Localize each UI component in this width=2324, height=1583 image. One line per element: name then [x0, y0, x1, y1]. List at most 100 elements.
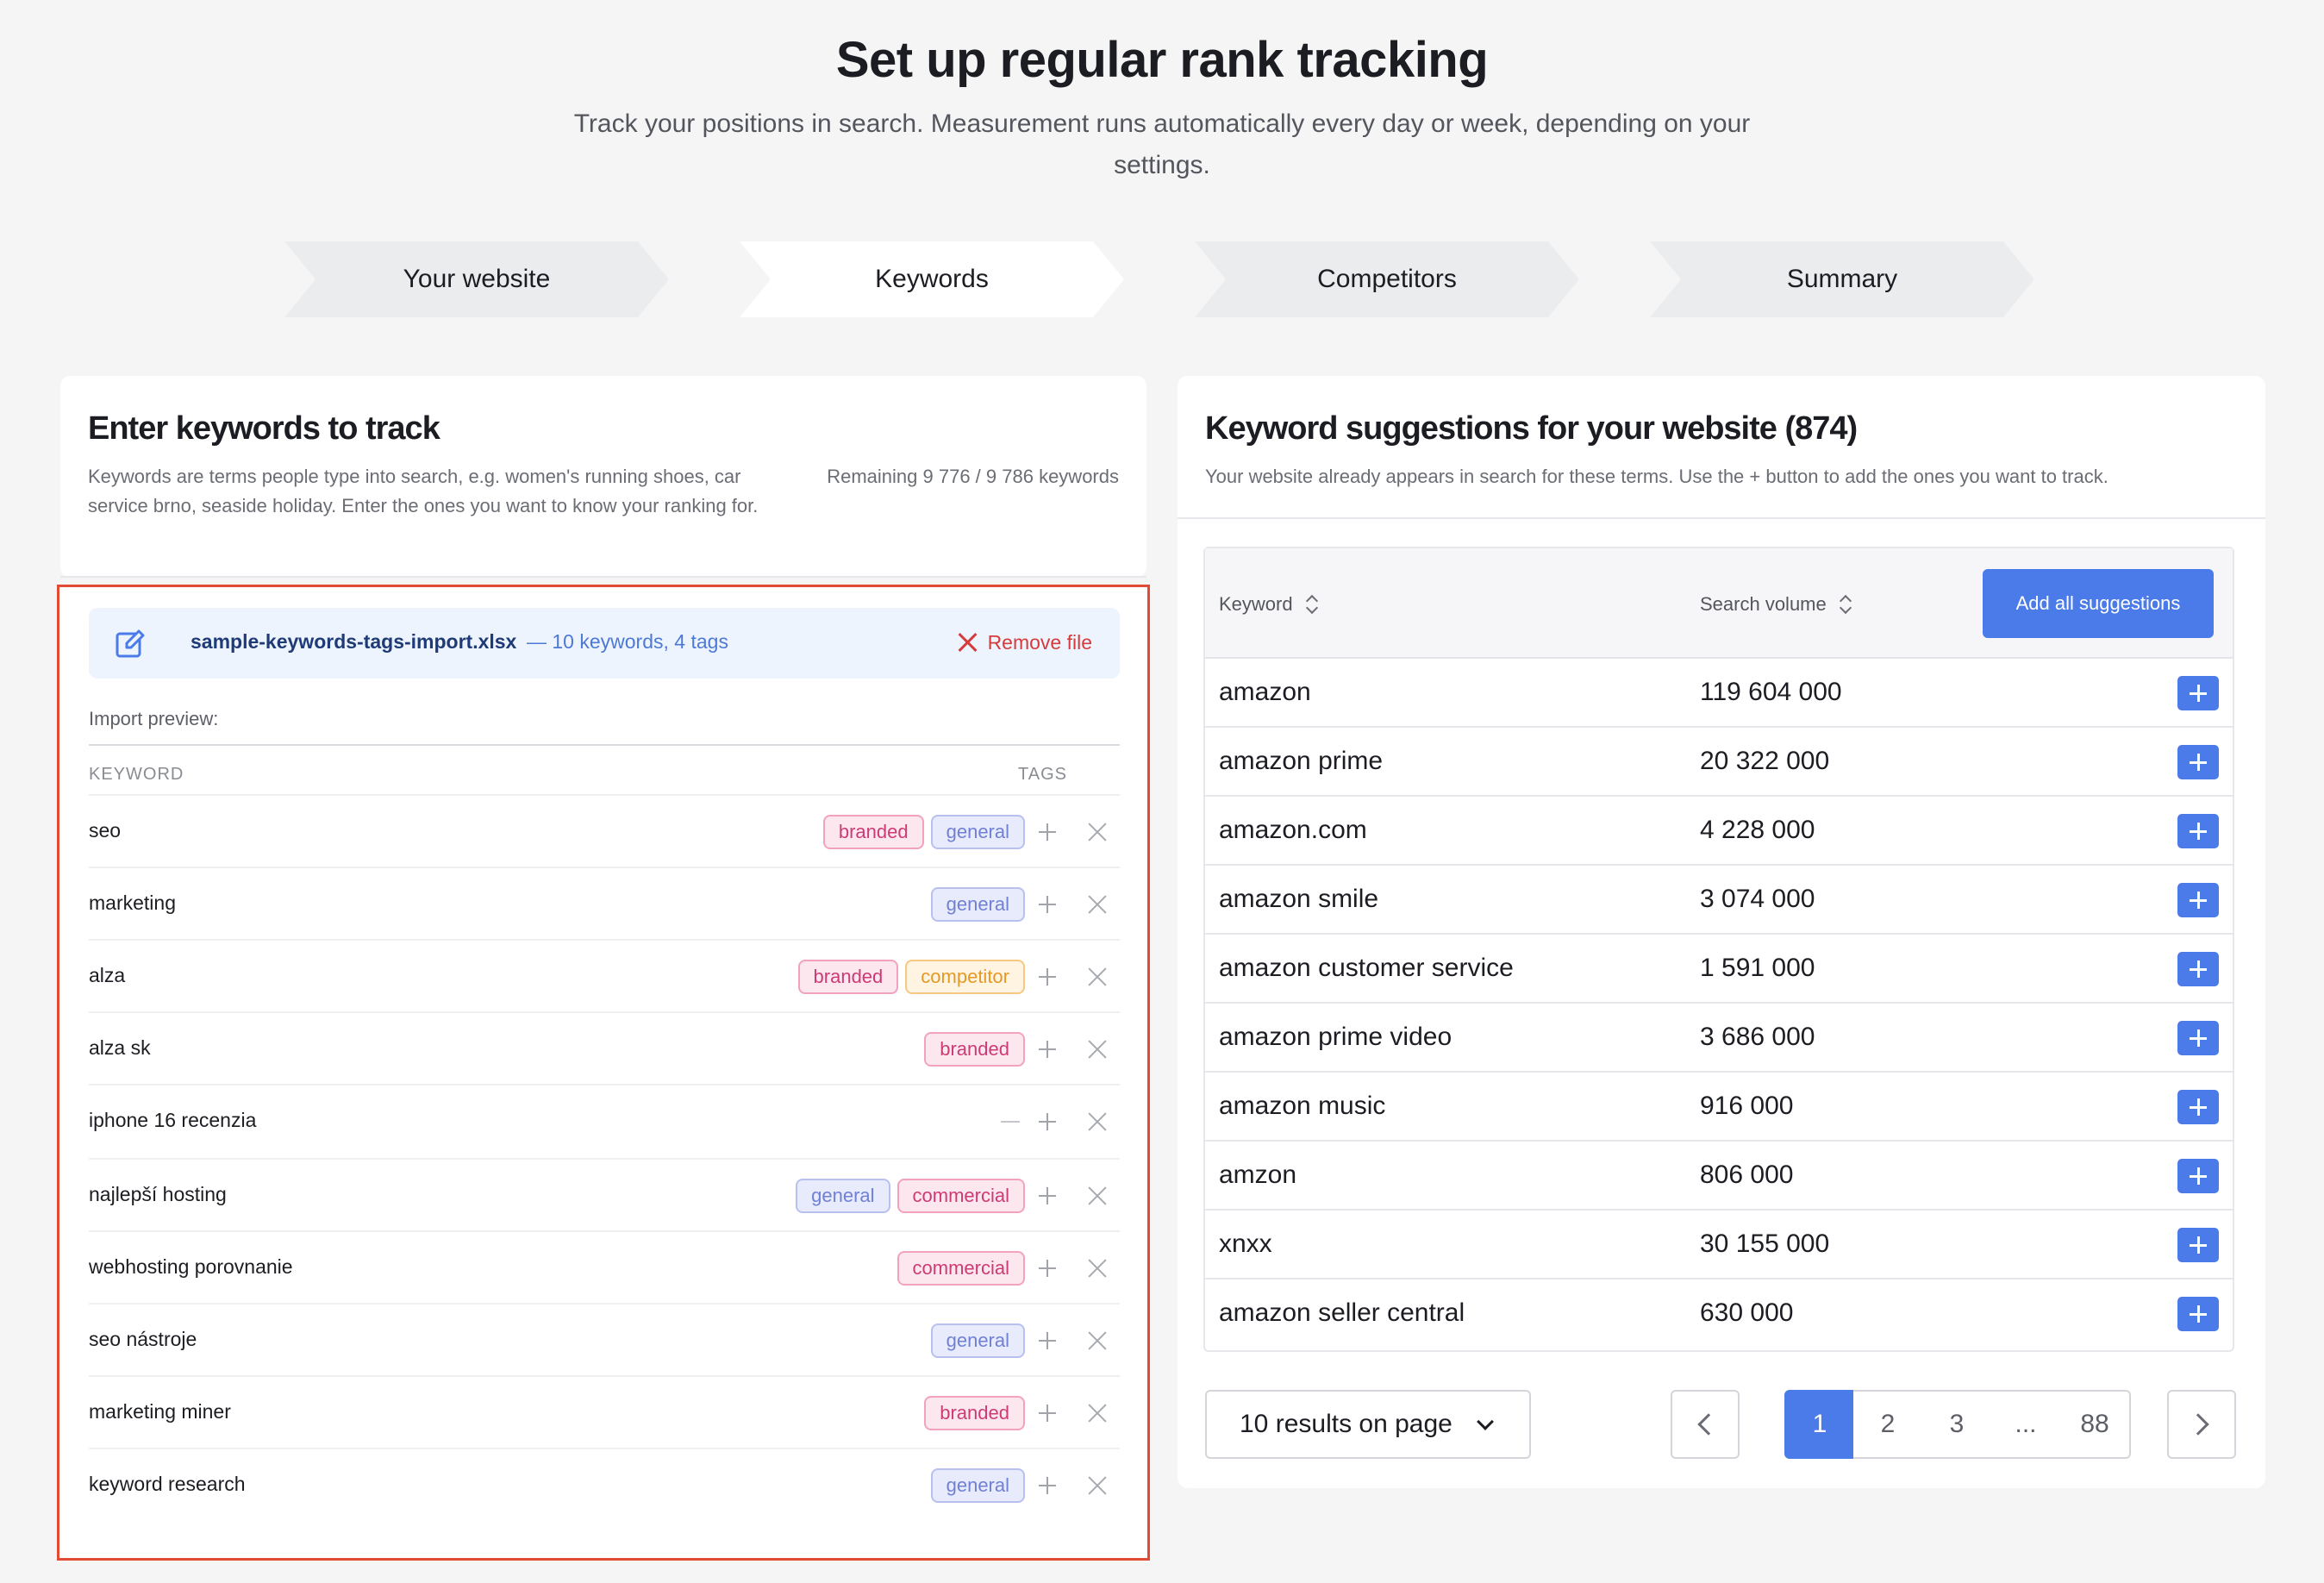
previous-page-button[interactable] [1671, 1390, 1740, 1459]
enter-keywords-card: Enter keywords to track Keywords are ter… [60, 376, 1146, 578]
add-tag-icon[interactable] [1032, 1325, 1063, 1356]
add-all-suggestions-button[interactable]: Add all suggestions [1983, 569, 2214, 638]
tag-general[interactable]: general [930, 887, 1025, 922]
tag-commercial[interactable]: commercial [896, 1179, 1025, 1213]
remove-keyword-icon[interactable] [1080, 1179, 1115, 1213]
page-button-2[interactable]: 2 [1853, 1390, 1924, 1459]
step-competitors[interactable]: Competitors [1195, 241, 1579, 317]
keyword-row: alza branded competitor [89, 939, 1120, 1011]
file-name: sample-keywords-tags-import.xlsx [191, 630, 517, 653]
suggestion-search-volume: 20 322 000 [1700, 747, 1830, 775]
remove-keyword-icon[interactable] [1080, 1251, 1115, 1286]
add-tag-icon[interactable] [1032, 817, 1063, 848]
add-suggestion-button[interactable] [2177, 745, 2219, 779]
tag-branded[interactable]: branded [797, 960, 899, 994]
tag-general[interactable]: general [796, 1179, 890, 1213]
remove-keyword-icon[interactable] [1080, 1468, 1115, 1503]
tag-branded[interactable]: branded [924, 1032, 1025, 1067]
add-suggestion-button[interactable] [2177, 1228, 2219, 1262]
file-meta: — 10 keywords, 4 tags [527, 630, 728, 653]
results-per-page-select[interactable]: 10 results on page [1205, 1390, 1531, 1459]
tag-list: general [930, 885, 1063, 923]
tag-branded[interactable]: branded [822, 815, 924, 849]
page-button-88[interactable]: 88 [2060, 1390, 2131, 1459]
suggestion-search-volume: 30 155 000 [1700, 1229, 1830, 1258]
step-your-website[interactable]: Your website [284, 241, 669, 317]
step-keywords[interactable]: Keywords [740, 241, 1124, 317]
remove-keyword-icon[interactable] [1080, 1104, 1115, 1139]
column-header-keyword: KEYWORD [89, 765, 184, 784]
keyword-text: alza sk [89, 1036, 151, 1059]
suggestion-keyword: amazon prime [1219, 747, 1384, 775]
sort-by-search-volume[interactable]: Search volume [1700, 593, 1852, 616]
add-suggestion-button[interactable] [2177, 1021, 2219, 1055]
enter-keywords-title: Enter keywords to track [88, 410, 440, 447]
add-tag-icon[interactable] [1032, 1253, 1063, 1284]
add-suggestion-button[interactable] [2177, 814, 2219, 848]
step-summary[interactable]: Summary [1650, 241, 2034, 317]
tag-list: branded [924, 1394, 1063, 1432]
tag-list [1001, 1103, 1063, 1141]
add-suggestion-button[interactable] [2177, 1297, 2219, 1331]
enter-keywords-description: Keywords are terms people type into sear… [88, 466, 759, 516]
keyword-text: keyword research [89, 1473, 246, 1495]
tag-competitor[interactable]: competitor [905, 960, 1025, 994]
add-tag-icon[interactable] [1032, 1106, 1063, 1137]
suggestion-keyword: amazon [1219, 678, 1311, 706]
keyword-text: iphone 16 recenzia [89, 1109, 257, 1131]
divider [60, 576, 1146, 578]
page-button-3[interactable]: 3 [1922, 1390, 1993, 1459]
suggestion-row: amazon smile 3 074 000 [1205, 866, 2233, 935]
tag-branded[interactable]: branded [924, 1396, 1025, 1430]
add-tag-icon[interactable] [1032, 1470, 1063, 1501]
remove-keyword-icon[interactable] [1080, 815, 1115, 849]
next-page-button[interactable] [2167, 1390, 2236, 1459]
tag-commercial[interactable]: commercial [896, 1251, 1025, 1286]
add-suggestion-button[interactable] [2177, 676, 2219, 710]
add-tag-icon[interactable] [1032, 889, 1063, 920]
add-tag-icon[interactable] [1032, 961, 1063, 992]
suggestion-row: amazon 119 604 000 [1205, 659, 2233, 728]
tag-list: general commercial [796, 1177, 1063, 1215]
suggestion-keyword: xnxx [1219, 1229, 1272, 1258]
suggestion-row: amazon.com 4 228 000 [1205, 797, 2233, 866]
add-suggestion-button[interactable] [2177, 883, 2219, 917]
keyword-suggestions-card: Keyword suggestions for your website (87… [1178, 376, 2265, 1488]
remove-keyword-icon[interactable] [1080, 887, 1115, 922]
keyword-row: marketing miner branded [89, 1375, 1120, 1448]
remove-keyword-icon[interactable] [1080, 960, 1115, 994]
chevron-down-icon [1477, 1413, 1494, 1430]
tag-general[interactable]: general [930, 1323, 1025, 1358]
remove-file-button[interactable]: Remove file [955, 630, 1092, 654]
tag-general[interactable]: general [930, 815, 1025, 849]
add-suggestion-button[interactable] [2177, 952, 2219, 986]
keyword-text: alza [89, 964, 126, 986]
tag-list: commercial [896, 1249, 1063, 1287]
table-header: Keyword Search volume Add all suggestion… [1205, 548, 2233, 659]
no-tags-indicator [1001, 1121, 1020, 1123]
tag-general[interactable]: general [930, 1468, 1025, 1503]
sort-by-keyword[interactable]: Keyword [1219, 593, 1319, 616]
add-tag-icon[interactable] [1032, 1398, 1063, 1429]
page-title: Set up regular rank tracking [835, 32, 1489, 88]
suggestion-search-volume: 1 591 000 [1700, 954, 1815, 982]
remove-keyword-icon[interactable] [1080, 1323, 1115, 1358]
tag-list: general [930, 1467, 1063, 1505]
divider [1178, 517, 2265, 519]
suggestions-title: Keyword suggestions for your website (87… [1205, 410, 1858, 447]
tag-list: branded [924, 1030, 1063, 1068]
tag-list: branded general [822, 813, 1063, 851]
remove-keyword-icon[interactable] [1080, 1396, 1115, 1430]
add-suggestion-button[interactable] [2177, 1159, 2219, 1193]
page-button-1[interactable]: 1 [1784, 1390, 1855, 1459]
close-icon [955, 630, 979, 654]
add-tag-icon[interactable] [1032, 1034, 1063, 1065]
add-tag-icon[interactable] [1032, 1180, 1063, 1211]
column-header-tags: TAGS [1018, 765, 1067, 784]
add-suggestion-button[interactable] [2177, 1090, 2219, 1124]
remove-keyword-icon[interactable] [1080, 1032, 1115, 1067]
edit-file-icon[interactable] [115, 629, 146, 660]
keyword-text: najlepší hosting [89, 1183, 227, 1205]
suggestion-row: amzon 806 000 [1205, 1142, 2233, 1211]
stepper: Your website Keywords Competitors Summar… [0, 241, 2324, 317]
